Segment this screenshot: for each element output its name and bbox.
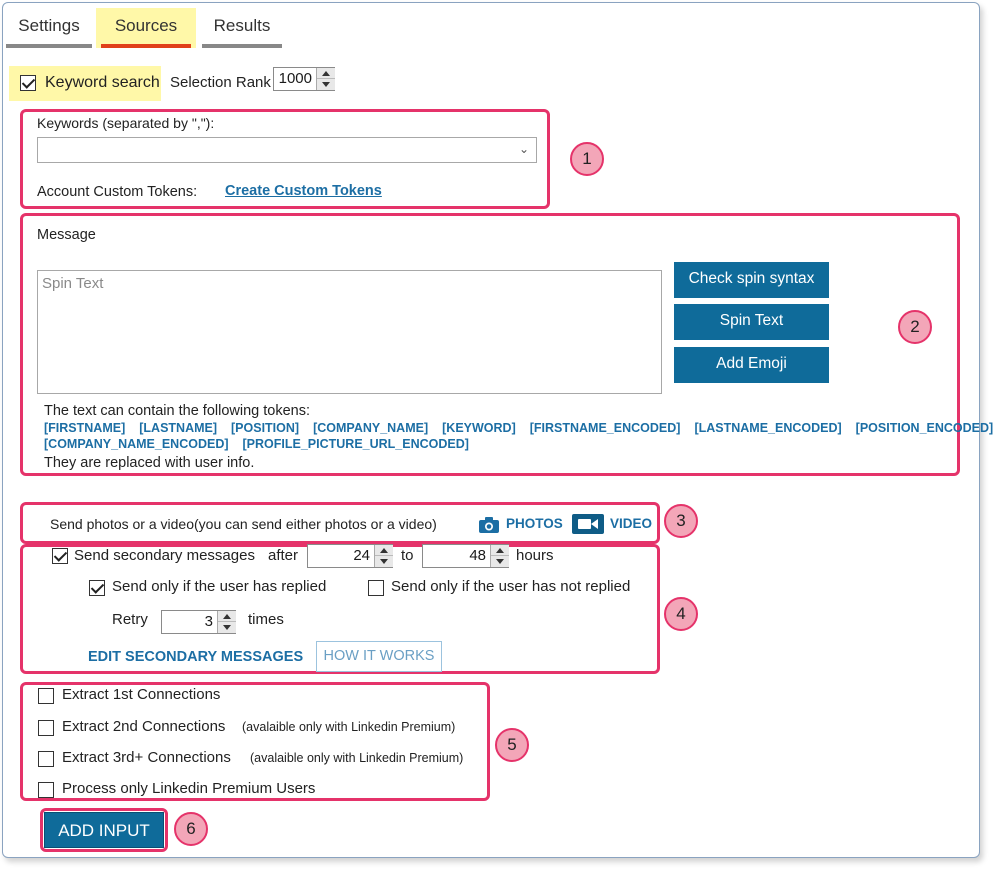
check-spin-syntax-button[interactable]: Check spin syntax (674, 262, 829, 298)
add-emoji-button[interactable]: Add Emoji (674, 347, 829, 383)
retry-value: 3 (204, 613, 213, 630)
extract-1st-label: Extract 1st Connections (62, 686, 221, 703)
keyword-search-checkbox[interactable] (20, 75, 36, 91)
not-replied-checkbox[interactable] (368, 580, 384, 596)
token: [LASTNAME_ENCODED] (694, 421, 842, 435)
keyword-search-label: Keyword search (45, 74, 160, 91)
stepper-down-icon[interactable] (375, 556, 393, 567)
extract-2nd-checkbox[interactable] (38, 720, 54, 736)
tab-underline (6, 44, 92, 48)
send-secondary-label: Send secondary messages (74, 547, 255, 564)
tab-settings[interactable]: Settings (6, 8, 92, 48)
edit-secondary-messages-link[interactable]: EDIT SECONDARY MESSAGES (88, 649, 303, 665)
token: [COMPANY_NAME_ENCODED] (44, 437, 229, 451)
stepper-up-icon[interactable] (317, 68, 335, 79)
keywords-label: Keywords (separated by ","): (37, 115, 215, 131)
times-label: times (248, 611, 284, 628)
not-replied-label: Send only if the user has not replied (391, 578, 631, 595)
tab-sources[interactable]: Sources (96, 8, 196, 48)
tokens-intro: The text can contain the following token… (44, 403, 310, 419)
tokens-row-1: [FIRSTNAME] [LASTNAME] [POSITION] [COMPANY_… (44, 421, 993, 435)
extract-2nd-label: Extract 2nd Connections (62, 718, 226, 735)
media-label: Send photos or a video(you can send eith… (50, 516, 437, 532)
annotation-badge-5: 5 (495, 728, 529, 762)
extract-2nd-note: (avalaible only with Linkedin Premium) (242, 720, 456, 734)
stepper-arrows[interactable] (374, 545, 393, 567)
spin-text-button[interactable]: Spin Text (674, 304, 829, 340)
message-textarea[interactable]: Spin Text (37, 270, 662, 394)
to-label: to (401, 547, 414, 564)
create-custom-tokens-link[interactable]: Create Custom Tokens (225, 183, 382, 199)
token: [PROFILE_PICTURE_URL_ENCODED] (242, 437, 469, 451)
tab-results[interactable]: Results (202, 8, 282, 48)
chevron-down-icon[interactable]: ⌄ (519, 142, 529, 156)
annotation-badge-1: 1 (570, 142, 604, 176)
stepper-up-icon[interactable] (491, 545, 509, 556)
replied-label: Send only if the user has replied (112, 578, 327, 595)
keywords-combobox[interactable]: ⌄ (37, 137, 537, 163)
extract-1st-checkbox[interactable] (38, 688, 54, 704)
send-secondary-checkbox[interactable] (52, 548, 68, 564)
stepper-arrows[interactable] (217, 611, 236, 633)
token: [FIRSTNAME] (44, 421, 126, 435)
tab-underline-active (101, 44, 191, 48)
premium-only-label: Process only Linkedin Premium Users (62, 780, 316, 797)
stepper-down-icon[interactable] (317, 79, 335, 90)
tokens-row-2: [COMPANY_NAME_ENCODED] [PROFILE_PICTURE_U… (44, 437, 483, 451)
add-input-button[interactable]: ADD INPUT (44, 812, 164, 848)
annotation-badge-4: 4 (664, 597, 698, 631)
camera-icon (479, 517, 499, 533)
video-camera-icon (572, 514, 604, 534)
token: [FIRSTNAME_ENCODED] (529, 421, 681, 435)
after-hours-stepper[interactable]: 24 (307, 544, 393, 568)
message-placeholder: Spin Text (42, 275, 104, 292)
photos-label: PHOTOS (506, 516, 563, 531)
to-hours-value: 48 (469, 547, 486, 564)
stepper-arrows[interactable] (316, 68, 335, 90)
stepper-arrows[interactable] (490, 545, 509, 567)
extract-3rd-note: (avalaible only with Linkedin Premium) (250, 751, 464, 765)
tokens-outro: They are replaced with user info. (44, 455, 255, 471)
token: [LASTNAME] (139, 421, 218, 435)
to-hours-stepper[interactable]: 48 (422, 544, 509, 568)
annotation-badge-3: 3 (664, 504, 698, 538)
extract-3rd-label: Extract 3rd+ Connections (62, 749, 231, 766)
annotation-badge-6: 6 (174, 812, 208, 846)
tab-underline (202, 44, 282, 48)
token: [POSITION_ENCODED] (855, 421, 994, 435)
after-hours-value: 24 (353, 547, 370, 564)
hours-label: hours (516, 547, 554, 564)
selection-rank-label: Selection Rank (170, 74, 271, 91)
token: [POSITION] (231, 421, 300, 435)
tab-sources-label: Sources (114, 16, 178, 35)
tab-results-label: Results (213, 16, 271, 35)
extract-3rd-checkbox[interactable] (38, 751, 54, 767)
how-it-works-button[interactable]: HOW IT WORKS (316, 641, 442, 672)
selection-rank-value: 1000 (278, 70, 312, 87)
replied-checkbox[interactable] (89, 580, 105, 596)
premium-only-checkbox[interactable] (38, 782, 54, 798)
after-label: after (268, 547, 299, 564)
token: [COMPANY_NAME] (313, 421, 429, 435)
annotation-badge-2: 2 (898, 310, 932, 344)
tab-settings-label: Settings (18, 16, 80, 35)
retry-label: Retry (112, 611, 148, 628)
stepper-up-icon[interactable] (218, 611, 236, 622)
retry-stepper[interactable]: 3 (161, 610, 236, 634)
message-label: Message (37, 227, 96, 243)
selection-rank-stepper[interactable]: 1000 (273, 67, 335, 91)
stepper-down-icon[interactable] (491, 556, 509, 567)
token: [KEYWORD] (442, 421, 516, 435)
stepper-up-icon[interactable] (375, 545, 393, 556)
stepper-down-icon[interactable] (218, 622, 236, 633)
custom-tokens-label: Account Custom Tokens: (37, 184, 198, 200)
video-label: VIDEO (610, 516, 653, 531)
